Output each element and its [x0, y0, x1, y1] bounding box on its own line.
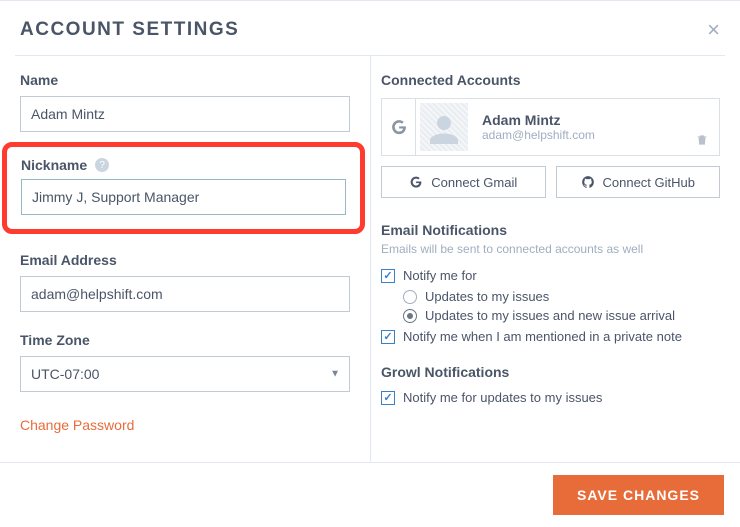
checkbox-icon [381, 269, 395, 283]
radio-updates-new[interactable]: Updates to my issues and new issue arriv… [403, 308, 720, 323]
radio-updates[interactable]: Updates to my issues [403, 289, 720, 304]
chevron-down-icon: ▼ [330, 369, 340, 380]
connect-buttons: Connect Gmail Connect GitHub [381, 166, 720, 198]
account-settings-modal: ACCOUNT SETTINGS × Name Nickname? Email … [0, 0, 740, 527]
github-icon [581, 175, 595, 189]
left-column: Name Nickname? Email Address Time Zone ▼ [0, 56, 370, 462]
google-icon [409, 175, 423, 189]
checkbox-icon [381, 391, 395, 405]
timezone-select[interactable]: ▼ [20, 356, 350, 392]
connected-accounts-title: Connected Accounts [381, 72, 720, 88]
nickname-input[interactable] [21, 179, 346, 215]
connect-github-label: Connect GitHub [603, 175, 696, 190]
modal-body: Name Nickname? Email Address Time Zone ▼ [0, 56, 740, 462]
connect-gmail-button[interactable]: Connect Gmail [381, 166, 546, 198]
growl-title: Growl Notifications [381, 364, 720, 380]
close-icon[interactable]: × [707, 19, 720, 41]
notify-mention-check[interactable]: Notify me when I am mentioned in a priva… [381, 329, 720, 344]
google-icon [382, 99, 416, 155]
email-label: Email Address [20, 252, 350, 268]
timezone-field: Time Zone ▼ [20, 332, 350, 392]
growl-notify-label: Notify me for updates to my issues [403, 390, 602, 405]
right-column: Connected Accounts Adam Mintz adam@helps… [370, 56, 740, 462]
notify-me-for-check[interactable]: Notify me for [381, 268, 720, 283]
change-password-link[interactable]: Change Password [20, 417, 350, 433]
account-name: Adam Mintz [482, 112, 681, 128]
avatar-icon [420, 103, 468, 151]
name-input[interactable] [20, 96, 350, 132]
radio-icon [403, 309, 417, 323]
connected-account-card: Adam Mintz adam@helpshift.com [381, 98, 720, 156]
notify-radio-group: Updates to my issues Updates to my issue… [403, 289, 720, 323]
nickname-field: Nickname? [21, 157, 346, 215]
checkbox-icon [381, 330, 395, 344]
name-field: Name [20, 72, 350, 132]
save-changes-button[interactable]: SAVE CHANGES [553, 475, 724, 515]
timezone-label: Time Zone [20, 332, 350, 348]
connect-gmail-label: Connect Gmail [431, 175, 517, 190]
modal-title: ACCOUNT SETTINGS [20, 19, 239, 41]
notify-me-for-label: Notify me for [403, 268, 477, 283]
help-icon[interactable]: ? [95, 158, 109, 172]
account-email: adam@helpshift.com [482, 128, 681, 142]
email-notifications-title: Email Notifications [381, 222, 720, 238]
email-notifications-sub: Emails will be sent to connected account… [381, 242, 720, 256]
radio-updates-new-label: Updates to my issues and new issue arriv… [425, 308, 675, 323]
modal-header: ACCOUNT SETTINGS × [0, 1, 740, 55]
notify-mention-label: Notify me when I am mentioned in a priva… [403, 329, 682, 344]
radio-icon [403, 290, 417, 304]
nickname-label: Nickname? [21, 157, 346, 173]
name-label: Name [20, 72, 350, 88]
nickname-highlight: Nickname? [2, 142, 365, 234]
trash-icon[interactable] [691, 99, 719, 155]
account-info: Adam Mintz adam@helpshift.com [472, 99, 691, 155]
modal-footer: SAVE CHANGES [0, 462, 740, 527]
timezone-value[interactable] [20, 356, 350, 392]
email-field: Email Address [20, 252, 350, 312]
radio-updates-label: Updates to my issues [425, 289, 549, 304]
growl-notify-check[interactable]: Notify me for updates to my issues [381, 390, 720, 405]
connect-github-button[interactable]: Connect GitHub [556, 166, 721, 198]
email-input[interactable] [20, 276, 350, 312]
